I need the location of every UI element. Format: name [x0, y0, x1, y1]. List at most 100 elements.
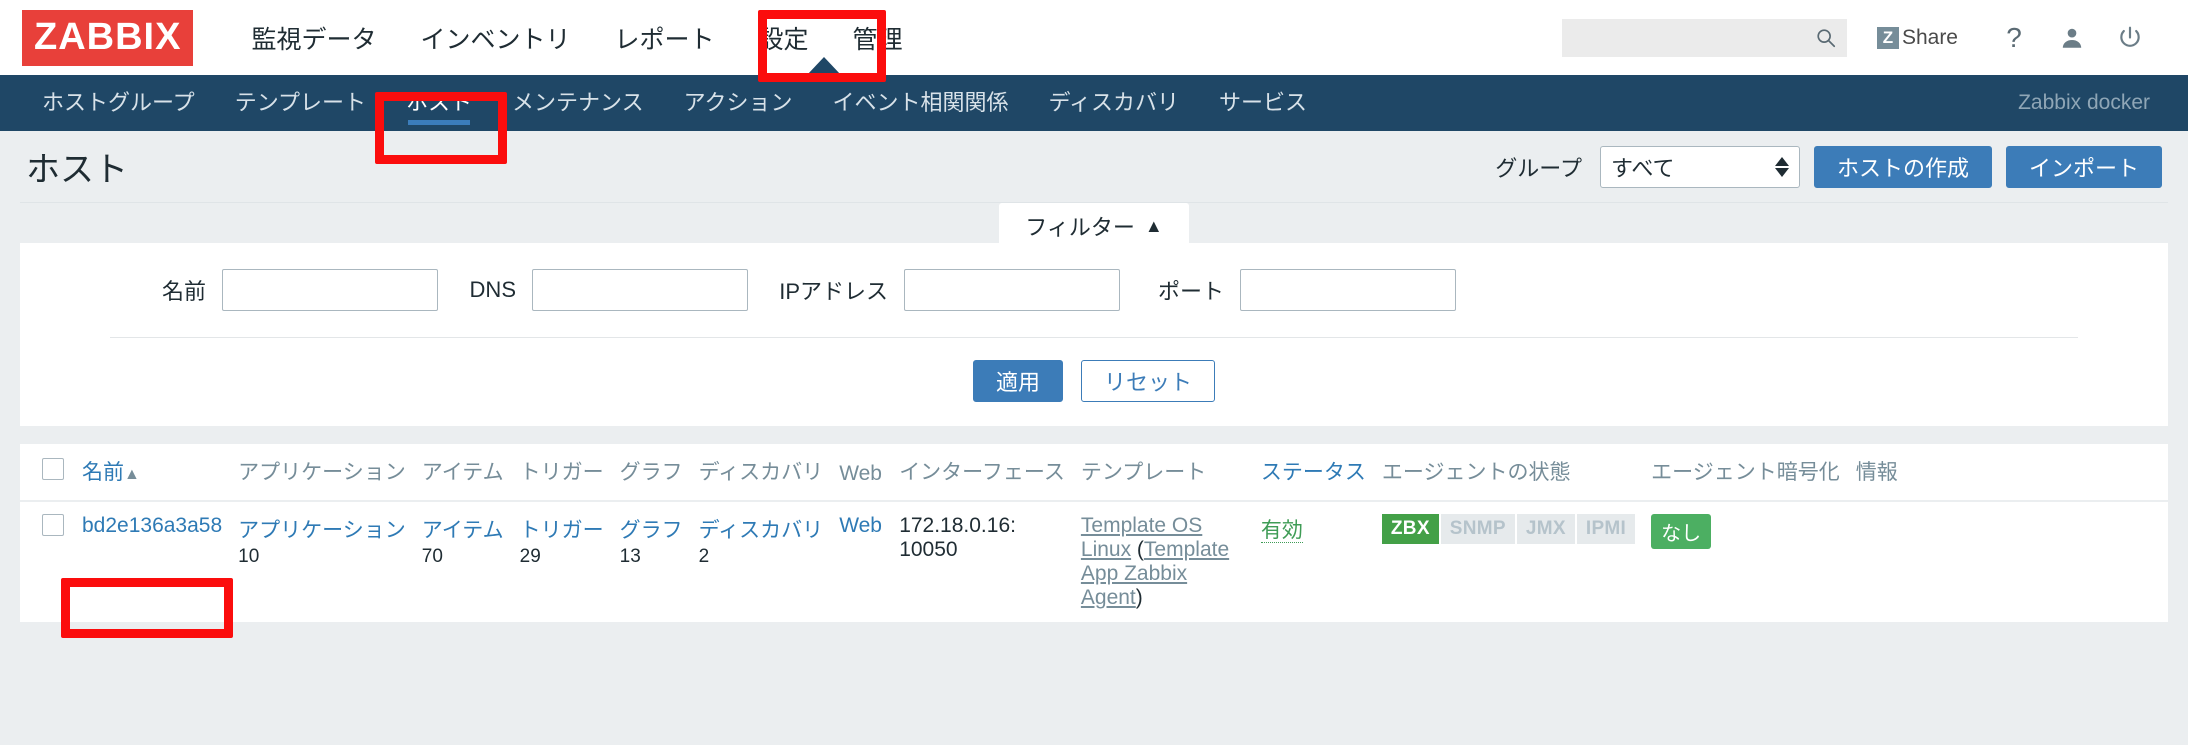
subnav-item-event-correlation[interactable]: イベント相関関係	[813, 75, 1029, 131]
select-all-checkbox[interactable]	[42, 458, 64, 480]
main-menu-item-configuration[interactable]: 設定	[737, 14, 831, 62]
cell-status: 有効	[1252, 501, 1374, 623]
items-count: 70	[421, 546, 443, 567]
th-name-label: 名前	[82, 461, 124, 484]
page-title: ホスト	[26, 151, 128, 189]
filter-tab-label: フィルター	[1025, 215, 1135, 240]
status-badge[interactable]: 有効	[1260, 519, 1303, 543]
filter-apply-button[interactable]: 適用	[972, 360, 1063, 402]
filter-field-port: ポート	[1120, 269, 1456, 311]
th-info: 情報	[1847, 444, 2168, 502]
th-interface: インターフェース	[891, 444, 1073, 502]
th-name[interactable]: 名前▲	[74, 444, 231, 502]
filter-input-port[interactable]	[1240, 269, 1456, 311]
filter-input-ip[interactable]	[904, 269, 1120, 311]
discovery-link[interactable]: ディスカバリ	[699, 519, 824, 542]
current-user-label[interactable]: Zabbix docker	[2018, 91, 2166, 115]
hosts-table-container: 名前▲ アプリケーション アイテム トリガー グラフ ディスカバリ Web イン…	[20, 444, 2168, 623]
cell-templates: Template OS Linux (Template App Zabbix A…	[1072, 501, 1253, 623]
badge-snmp[interactable]: SNMP	[1440, 514, 1517, 544]
filter-buttons: 適用 リセット	[20, 338, 2168, 426]
search-icon[interactable]	[1815, 27, 1837, 49]
subnav-item-hosts[interactable]: ホスト	[386, 75, 492, 131]
search-input[interactable]	[1573, 27, 1815, 48]
group-select-value: すべて	[1610, 155, 1675, 181]
th-agent-state: エージェントの状態	[1373, 444, 1644, 502]
cell-agent-encryption: なし	[1643, 501, 1848, 623]
filter-tab[interactable]: フィルター ▲	[999, 203, 1189, 243]
table-header-row: 名前▲ アプリケーション アイテム トリガー グラフ ディスカバリ Web イン…	[20, 444, 2168, 502]
subnav-item-discovery[interactable]: ディスカバリ	[1029, 75, 1199, 131]
cell-discovery: ディスカバリ 2	[690, 501, 832, 623]
filter-label-ip: IPアドレス	[779, 279, 888, 304]
th-templates: テンプレート	[1072, 444, 1253, 502]
cell-info	[1847, 501, 2168, 623]
subnav-item-maintenance[interactable]: メンテナンス	[492, 75, 664, 131]
subnav-item-services[interactable]: サービス	[1199, 75, 1327, 131]
th-agent-encryption: エージェント暗号化	[1643, 444, 1848, 502]
page-header-controls: グループ すべて ホストの作成 インポート	[1495, 145, 2162, 188]
th-applications: アプリケーション	[230, 444, 414, 502]
badge-ipmi[interactable]: IPMI	[1576, 514, 1636, 544]
triggers-link[interactable]: トリガー	[520, 519, 604, 542]
main-menu-item-administration[interactable]: 管理	[831, 14, 925, 62]
help-icon[interactable]: ?	[1992, 18, 2036, 58]
page-header: ホスト グループ すべて ホストの作成 インポート	[20, 131, 2168, 203]
graphs-count: 13	[619, 546, 641, 567]
graphs-link[interactable]: グラフ	[620, 519, 683, 542]
filter-field-ip: IPアドレス	[748, 269, 1120, 311]
search-box[interactable]	[1561, 18, 1847, 57]
create-host-button[interactable]: ホストの作成	[1813, 145, 1992, 188]
th-status[interactable]: ステータス	[1252, 444, 1374, 502]
th-graphs: グラフ	[611, 444, 691, 502]
cell-graphs: グラフ 13	[611, 501, 691, 623]
table-row: bd2e136a3a58 アプリケーション 10 アイテム 70 トリガー 29	[20, 501, 2168, 623]
template-paren-open: (	[1131, 538, 1144, 561]
cell-web: Web	[831, 501, 892, 623]
caret-up-icon: ▲	[1144, 215, 1163, 236]
applications-count: 10	[238, 546, 260, 567]
import-button[interactable]: インポート	[2005, 145, 2162, 188]
items-link[interactable]: アイテム	[422, 519, 504, 542]
filter-input-dns[interactable]	[532, 269, 748, 311]
filter-tab-row: フィルター ▲	[20, 203, 2168, 243]
discovery-count: 2	[698, 546, 710, 567]
main-menu-item-monitoring[interactable]: 監視データ	[229, 14, 398, 62]
badge-jmx[interactable]: JMX	[1516, 514, 1577, 544]
filter-label-dns: DNS	[469, 277, 516, 302]
template-paren-close: )	[1135, 586, 1143, 609]
applications-link[interactable]: アプリケーション	[238, 519, 406, 542]
user-icon[interactable]	[2050, 18, 2094, 58]
filter-label-port: ポート	[1157, 279, 1224, 304]
zabbix-logo[interactable]: ZABBIX	[22, 9, 194, 66]
host-name-link[interactable]: bd2e136a3a58	[82, 514, 222, 537]
share-button[interactable]: Z Share	[1876, 25, 1958, 50]
group-select[interactable]: すべて	[1599, 145, 1800, 188]
filter-panel: 名前 DNS IPアドレス ポート 適用 リセット	[20, 243, 2168, 426]
top-header: ZABBIX 監視データ インベントリ レポート 設定 管理 Z Share ?	[0, 0, 2188, 75]
chevron-updown-icon	[1774, 156, 1789, 177]
main-menu-item-reports[interactable]: レポート	[592, 14, 736, 62]
filter-reset-button[interactable]: リセット	[1081, 360, 1216, 402]
sub-navigation: ホストグループ テンプレート ホスト メンテナンス アクション イベント相関関係…	[0, 75, 2188, 131]
badge-zbx[interactable]: ZBX	[1381, 514, 1441, 544]
power-icon[interactable]	[2108, 18, 2152, 58]
th-select-all	[20, 444, 74, 502]
hosts-table-head: 名前▲ アプリケーション アイテム トリガー グラフ ディスカバリ Web イン…	[20, 444, 2168, 502]
filter-input-name[interactable]	[222, 269, 438, 311]
row-checkbox[interactable]	[42, 514, 64, 536]
subnav-item-actions[interactable]: アクション	[664, 75, 813, 131]
agent-availability-badges: ZBX SNMP JMX IPMI	[1381, 514, 1636, 544]
header-tools: Z Share ?	[1561, 18, 2166, 58]
filter-fields-row: 名前 DNS IPアドレス ポート	[20, 269, 2168, 311]
cell-host-name: bd2e136a3a58	[74, 501, 231, 623]
web-link[interactable]: Web	[839, 514, 882, 537]
cell-applications: アプリケーション 10	[230, 501, 414, 623]
share-label: Share	[1901, 25, 1958, 49]
sort-asc-icon: ▲	[124, 466, 140, 483]
row-checkbox-cell	[20, 501, 74, 623]
main-menu-item-inventory[interactable]: インベントリ	[398, 14, 592, 62]
subnav-item-host-groups[interactable]: ホストグループ	[22, 75, 215, 131]
hosts-table-body: bd2e136a3a58 アプリケーション 10 アイテム 70 トリガー 29	[20, 501, 2168, 623]
subnav-item-templates[interactable]: テンプレート	[215, 75, 386, 131]
